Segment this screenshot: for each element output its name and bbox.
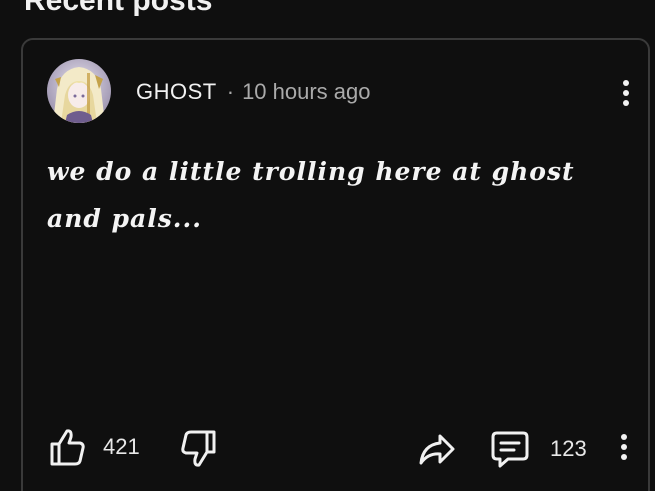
comment-button[interactable]: 123 — [490, 429, 587, 469]
more-vertical-icon — [621, 434, 627, 460]
author-name[interactable]: GHOST — [136, 79, 217, 104]
like-button[interactable]: 421 — [49, 427, 140, 467]
share-button[interactable] — [418, 429, 456, 469]
section-title: Recent posts — [24, 0, 213, 17]
comment-count: 123 — [550, 436, 587, 461]
share-arrow-icon — [419, 434, 455, 465]
avatar-image — [47, 59, 111, 123]
thumbs-down-icon — [181, 430, 216, 467]
post-time[interactable]: 10 hours ago — [242, 79, 370, 104]
post-card: GHOST · 10 hours ago we do a little trolli… — [21, 38, 650, 491]
post-menu-button[interactable] — [613, 76, 639, 110]
page: Recent posts GHOST · 10 hours ago we do … — [0, 0, 655, 491]
avatar[interactable] — [47, 59, 111, 123]
more-actions-button[interactable] — [611, 430, 637, 464]
dislike-button[interactable] — [181, 429, 217, 469]
more-vertical-icon — [623, 80, 629, 106]
post-header: GHOST · 10 hours ago — [136, 78, 371, 106]
like-count: 421 — [103, 434, 140, 459]
separator-dot: · — [226, 79, 235, 104]
comment-icon — [491, 431, 529, 468]
post-body: we do a little trolling here at ghost an… — [47, 157, 575, 233]
thumbs-up-icon — [50, 429, 85, 466]
